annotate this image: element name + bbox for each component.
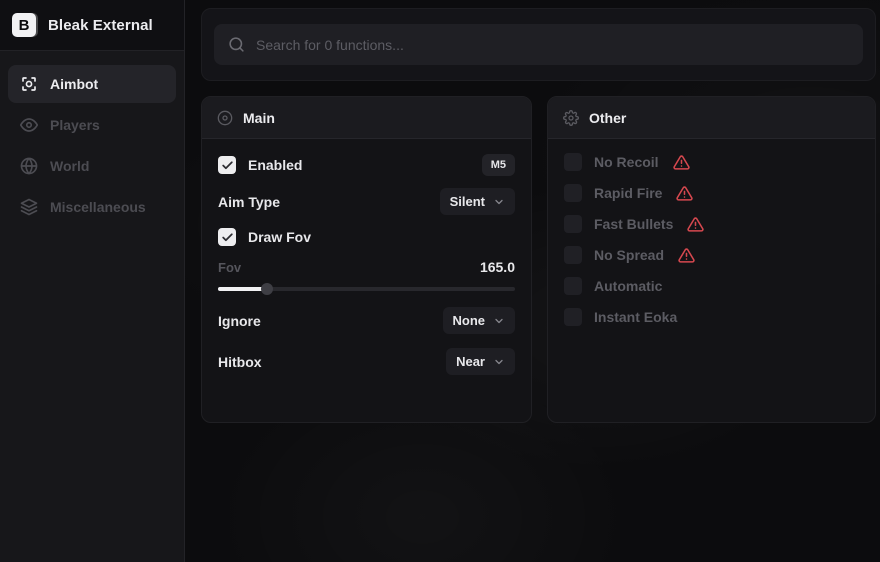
globe-icon [20, 157, 38, 175]
enabled-checkbox[interactable] [218, 156, 236, 174]
main-panel-title: Main [243, 110, 275, 126]
no-recoil-checkbox[interactable] [564, 153, 582, 171]
toggle-row-rapid-fire: Rapid Fire [564, 184, 859, 202]
app-logo: B [12, 13, 36, 37]
sidebar-nav: Aimbot Players World [0, 51, 184, 562]
hitbox-select[interactable]: Near [446, 348, 515, 375]
sidebar-item-world[interactable]: World [8, 147, 176, 185]
sidebar-item-label: World [50, 158, 89, 174]
other-panel-body: No Recoil Rapid Fire [548, 139, 875, 353]
fov-value: 165.0 [480, 259, 515, 275]
toggle-row-no-spread: No Spread [564, 246, 859, 264]
main-panel-body: Enabled M5 Aim Type Silent [202, 139, 531, 389]
toggle-row-instant-eoka: Instant Eoka [564, 308, 859, 326]
aim-type-value: Silent [450, 194, 485, 209]
enabled-row: Enabled M5 [218, 153, 515, 177]
instant-eoka-checkbox[interactable] [564, 308, 582, 326]
fov-slider-fill [218, 287, 267, 291]
aim-type-row: Aim Type Silent [218, 188, 515, 215]
main-content: Main Enabled M5 Aim Type [185, 0, 880, 562]
warning-icon [687, 216, 704, 233]
search-icon [228, 36, 245, 53]
draw-fov-label: Draw Fov [248, 229, 311, 245]
main-panel: Main Enabled M5 Aim Type [201, 96, 532, 423]
disc-icon [217, 110, 233, 126]
sidebar-item-label: Aimbot [50, 76, 98, 92]
toggle-row-fast-bullets: Fast Bullets [564, 215, 859, 233]
instant-eoka-label: Instant Eoka [594, 309, 677, 325]
hitbox-row: Hitbox Near [218, 348, 515, 375]
eye-icon [20, 116, 38, 134]
app-logo-letter: B [19, 17, 30, 34]
layers-icon [20, 198, 38, 216]
search-input[interactable] [256, 37, 849, 53]
app-title: Bleak External [48, 17, 153, 34]
warning-icon [673, 154, 690, 171]
sidebar-item-miscellaneous[interactable]: Miscellaneous [8, 188, 176, 226]
no-recoil-label: No Recoil [594, 154, 659, 170]
hitbox-label: Hitbox [218, 354, 262, 370]
ignore-value: None [453, 313, 486, 328]
sidebar-item-aimbot[interactable]: Aimbot [8, 65, 176, 103]
toggle-row-automatic: Automatic [564, 277, 859, 295]
no-spread-checkbox[interactable] [564, 246, 582, 264]
automatic-label: Automatic [594, 278, 662, 294]
check-icon [221, 231, 234, 244]
chevron-down-icon [493, 315, 505, 327]
aim-type-select[interactable]: Silent [440, 188, 515, 215]
sidebar-item-label: Miscellaneous [50, 199, 146, 215]
no-spread-label: No Spread [594, 247, 664, 263]
sidebar-item-label: Players [50, 117, 100, 133]
warning-icon [676, 185, 693, 202]
aim-type-label: Aim Type [218, 194, 280, 210]
panels-row: Main Enabled M5 Aim Type [201, 96, 876, 423]
keybind-button[interactable]: M5 [482, 154, 515, 176]
toggle-row-no-recoil: No Recoil [564, 153, 859, 171]
sidebar-header: B Bleak External [0, 0, 184, 51]
chevron-down-icon [493, 196, 505, 208]
fast-bullets-label: Fast Bullets [594, 216, 673, 232]
fast-bullets-checkbox[interactable] [564, 215, 582, 233]
ignore-select[interactable]: None [443, 307, 516, 334]
check-icon [221, 159, 234, 172]
other-panel: Other No Recoil Rapid Fire [547, 96, 876, 423]
rapid-fire-label: Rapid Fire [594, 185, 662, 201]
search-panel [201, 8, 876, 81]
draw-fov-checkbox[interactable] [218, 228, 236, 246]
fov-slider-thumb[interactable] [261, 283, 273, 295]
chevron-down-icon [493, 356, 505, 368]
fov-slider[interactable] [218, 283, 515, 295]
main-panel-header: Main [202, 97, 531, 139]
hitbox-value: Near [456, 354, 485, 369]
fov-label: Fov [218, 260, 241, 275]
gear-icon [563, 110, 579, 126]
sidebar: B Bleak External Aimbot Players [0, 0, 185, 562]
search-box[interactable] [214, 24, 863, 65]
sidebar-item-players[interactable]: Players [8, 106, 176, 144]
warning-icon [678, 247, 695, 264]
ignore-label: Ignore [218, 313, 261, 329]
other-panel-header: Other [548, 97, 875, 139]
draw-fov-row: Draw Fov [218, 225, 515, 249]
other-panel-title: Other [589, 110, 626, 126]
enabled-label: Enabled [248, 157, 302, 173]
ignore-row: Ignore None [218, 307, 515, 334]
rapid-fire-checkbox[interactable] [564, 184, 582, 202]
crosshair-icon [20, 75, 38, 93]
fov-value-row: Fov 165.0 [218, 257, 515, 277]
automatic-checkbox[interactable] [564, 277, 582, 295]
